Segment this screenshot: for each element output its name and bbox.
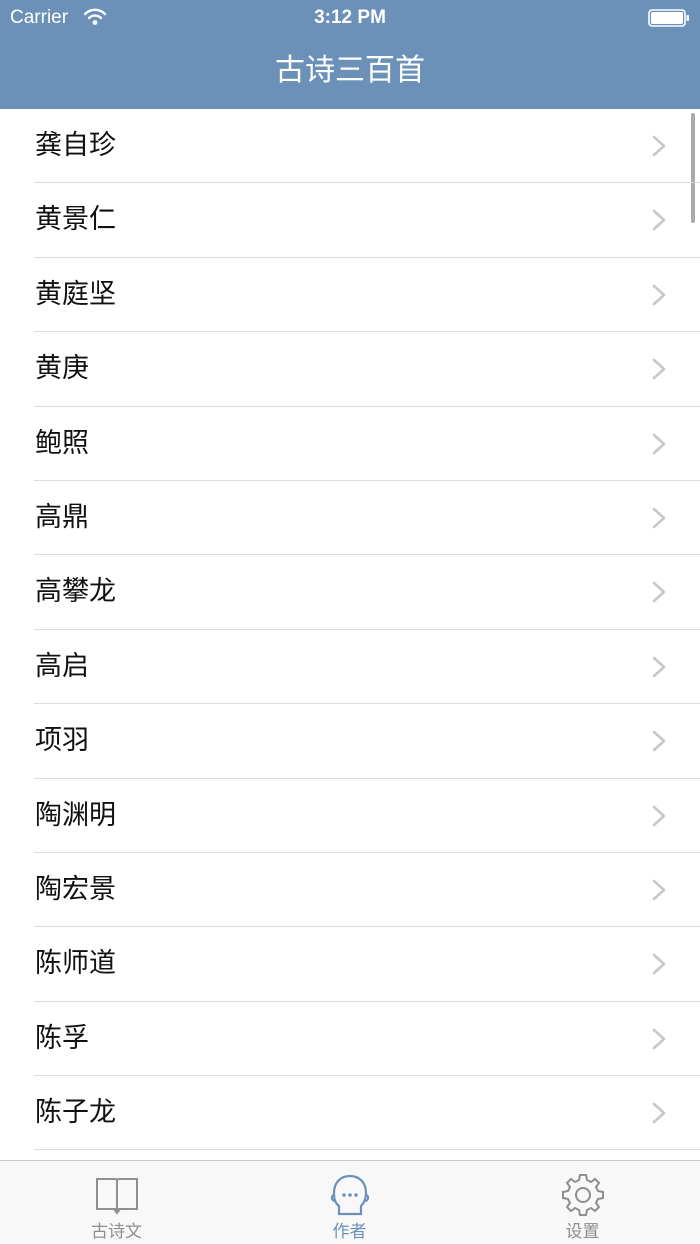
chevron-right-icon bbox=[652, 1102, 666, 1124]
author-name: 黄庚 bbox=[35, 353, 89, 385]
app-screen: Carrier 3:12 PM 古诗三百首 龚自珍黄景仁黄庭坚黄庚鲍照高鼎高攀龙… bbox=[0, 0, 700, 1244]
author-name: 项羽 bbox=[35, 725, 89, 757]
list-item[interactable]: 陈子龙 bbox=[0, 1076, 700, 1151]
author-name: 黄庭坚 bbox=[35, 278, 116, 310]
list-item[interactable]: 陶渊明 bbox=[0, 779, 700, 854]
chevron-right-icon bbox=[652, 135, 666, 157]
list-item[interactable]: 陈师道 bbox=[0, 927, 700, 1003]
author-name: 陶宏景 bbox=[35, 873, 116, 905]
chevron-right-icon bbox=[652, 805, 666, 826]
tab-settings[interactable]: 设置 bbox=[466, 1161, 699, 1244]
author-name: 陈子龙 bbox=[35, 1097, 116, 1129]
tab-bar: 古诗文 作者 设置 bbox=[0, 1160, 700, 1244]
header: Carrier 3:12 PM 古诗三百首 bbox=[0, 0, 700, 109]
author-name: 陈师道 bbox=[35, 948, 116, 980]
list-item[interactable]: 黄庚 bbox=[0, 332, 700, 407]
chevron-right-icon bbox=[652, 358, 666, 380]
chevron-right-icon bbox=[652, 210, 666, 231]
tab-label-settings: 设置 bbox=[565, 1222, 600, 1242]
list-item[interactable]: 黄景仁 bbox=[0, 183, 700, 259]
list-item[interactable]: 高启 bbox=[0, 630, 700, 705]
chevron-right-icon bbox=[652, 507, 666, 529]
page-title: 古诗三百首 bbox=[275, 53, 425, 88]
author-name: 高启 bbox=[35, 650, 89, 682]
gear-icon bbox=[561, 1174, 604, 1216]
chevron-right-icon bbox=[652, 730, 666, 752]
chevron-right-icon bbox=[652, 953, 666, 975]
list-item[interactable]: 陶宏景 bbox=[0, 853, 700, 928]
list-item[interactable]: 高攀龙 bbox=[0, 555, 700, 631]
tab-label-authors: 作者 bbox=[332, 1222, 367, 1242]
chevron-right-icon bbox=[652, 284, 666, 306]
author-list[interactable]: 龚自珍黄景仁黄庭坚黄庚鲍照高鼎高攀龙高启项羽陶渊明陶宏景陈师道陈孚陈子龙 bbox=[0, 109, 700, 1160]
author-name: 龚自珍 bbox=[35, 130, 116, 161]
author-name: 鲍照 bbox=[35, 427, 89, 459]
tab-poems[interactable]: 古诗文 bbox=[0, 1161, 233, 1244]
list-item[interactable]: 陈孚 bbox=[0, 1002, 700, 1077]
chevron-right-icon bbox=[652, 1028, 666, 1049]
battery-icon bbox=[648, 9, 689, 27]
list-item[interactable]: 项羽 bbox=[0, 704, 700, 779]
book-icon bbox=[95, 1178, 138, 1215]
tab-authors[interactable]: 作者 bbox=[233, 1161, 466, 1244]
author-name: 高攀龙 bbox=[35, 576, 116, 608]
list-item[interactable]: 龚自珍 bbox=[0, 109, 700, 184]
chevron-right-icon bbox=[652, 656, 666, 678]
list-item[interactable]: 鲍照 bbox=[0, 407, 700, 482]
author-face-icon bbox=[330, 1174, 369, 1216]
author-name: 陶渊明 bbox=[35, 799, 116, 831]
status-time: 3:12 PM bbox=[314, 7, 386, 28]
list-item[interactable]: 高鼎 bbox=[0, 481, 700, 556]
author-name: 黄景仁 bbox=[35, 204, 116, 236]
chevron-right-icon bbox=[652, 433, 666, 454]
chevron-right-icon bbox=[652, 879, 666, 901]
author-name: 高鼎 bbox=[35, 501, 89, 533]
chevron-right-icon bbox=[652, 582, 666, 603]
status-bar: Carrier 3:12 PM bbox=[0, 0, 700, 36]
tab-label-poems: 古诗文 bbox=[91, 1222, 142, 1242]
author-name: 陈孚 bbox=[35, 1022, 89, 1054]
list-item[interactable]: 黄庭坚 bbox=[0, 258, 700, 333]
